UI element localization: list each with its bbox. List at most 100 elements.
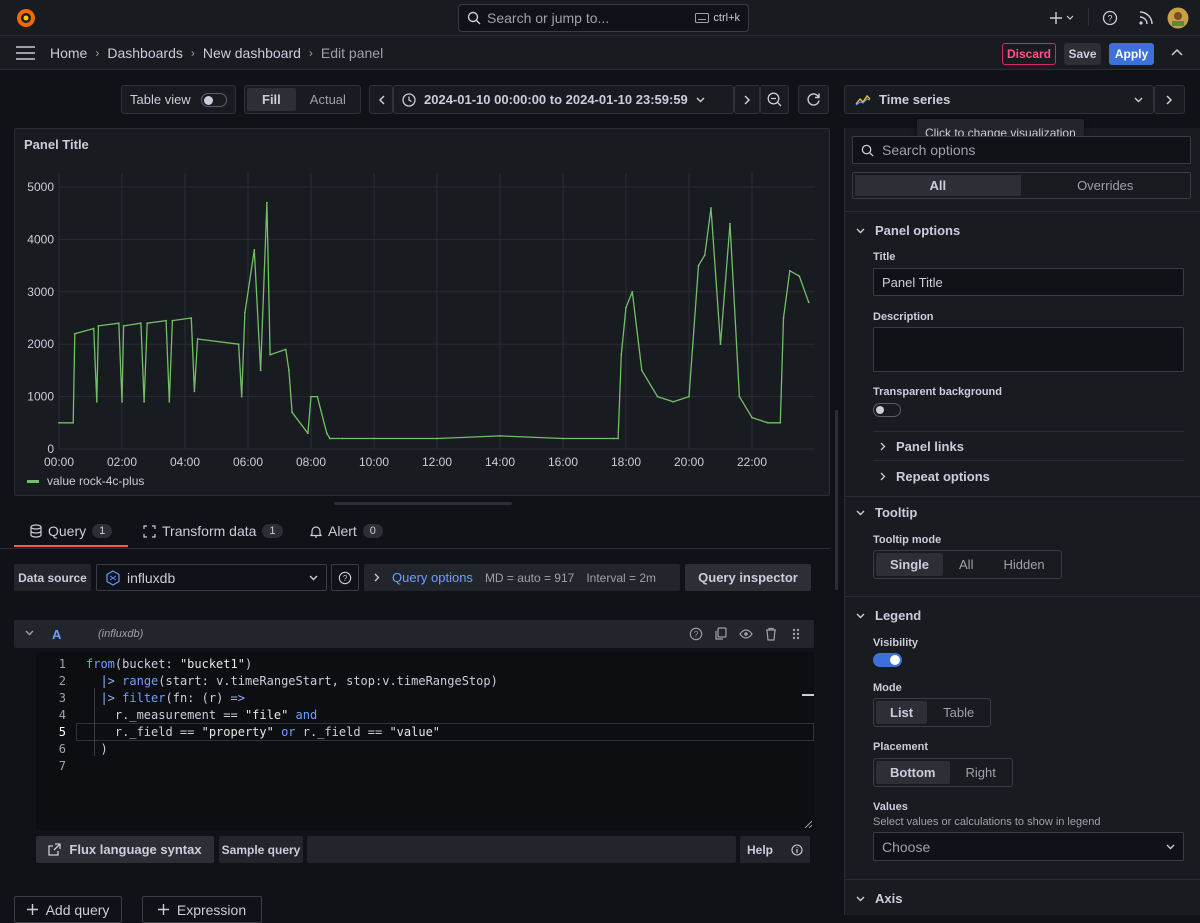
help-icon[interactable]: ? xyxy=(689,627,703,641)
chevron-down-icon[interactable] xyxy=(25,630,34,636)
legend-placement-bottom[interactable]: Bottom xyxy=(876,761,950,784)
flux-syntax-button[interactable]: Flux language syntax xyxy=(36,836,214,863)
breadcrumb-new-dashboard[interactable]: New dashboard xyxy=(203,45,301,61)
add-new-icon[interactable] xyxy=(1048,8,1076,28)
data-point xyxy=(253,249,256,251)
line-number: 7 xyxy=(58,759,66,773)
visualization-picker[interactable]: Time series xyxy=(844,85,1154,114)
legend-values-select[interactable]: Choose xyxy=(873,832,1184,861)
axis-section[interactable]: Axis xyxy=(856,891,902,906)
resize-handle[interactable] xyxy=(334,502,512,505)
flux-code-editor[interactable]: 1 from(bucket: "bucket1") 2 |> range(sta… xyxy=(36,652,814,830)
time-range-picker[interactable]: 2024-01-10 00:00:00 to 2024-01-10 23:59:… xyxy=(393,85,734,114)
actual-option[interactable]: Actual xyxy=(298,88,358,111)
legend-section[interactable]: Legend xyxy=(856,608,921,623)
data-point xyxy=(798,275,801,277)
save-button[interactable]: Save xyxy=(1064,43,1101,65)
discard-button[interactable]: Discard xyxy=(1002,43,1056,65)
tooltip-mode-hidden[interactable]: Hidden xyxy=(989,553,1058,576)
query-options-label: Query options xyxy=(392,570,473,585)
data-point xyxy=(168,400,171,403)
chevron-up-icon[interactable] xyxy=(1171,48,1183,56)
data-point xyxy=(122,325,125,327)
tooltip-section[interactable]: Tooltip xyxy=(856,505,917,520)
tab-transform-count: 1 xyxy=(262,524,283,538)
fill-option[interactable]: Fill xyxy=(247,88,296,111)
collapse-options-button[interactable] xyxy=(1154,85,1185,114)
eye-icon[interactable] xyxy=(739,627,753,641)
options-search-input[interactable]: Search options xyxy=(852,136,1191,164)
repeat-options-section[interactable]: Repeat options xyxy=(880,469,990,484)
legend-mode-table[interactable]: Table xyxy=(929,701,988,724)
legend-mode-group: List Table xyxy=(873,698,992,727)
refresh-button[interactable] xyxy=(798,85,829,114)
data-point xyxy=(284,348,287,351)
help-button[interactable]: Help xyxy=(740,836,810,863)
legend-visibility-switch[interactable] xyxy=(873,653,902,667)
copy-icon[interactable] xyxy=(714,627,728,641)
panel-links-section[interactable]: Panel links xyxy=(880,439,964,454)
sample-query-select[interactable] xyxy=(307,836,736,863)
search-input[interactable]: Search or jump to... ctrl+k xyxy=(458,4,749,32)
time-back-button[interactable] xyxy=(369,85,393,114)
legend-mode-list[interactable]: List xyxy=(876,701,928,724)
scrollbar[interactable] xyxy=(835,410,838,590)
chart-legend[interactable]: value rock-4c-plus xyxy=(27,474,144,488)
data-point xyxy=(688,395,690,398)
search-icon xyxy=(861,144,874,157)
grafana-logo-icon[interactable] xyxy=(14,6,38,30)
tab-transform-data[interactable]: Transform data 1 xyxy=(143,523,283,539)
query-ref-id[interactable]: A xyxy=(52,627,61,642)
breadcrumb-home[interactable]: Home xyxy=(50,45,87,61)
data-source-picker[interactable]: influxdb xyxy=(96,564,327,591)
add-expression-button[interactable]: Expression xyxy=(142,896,262,923)
tab-all[interactable]: All xyxy=(855,175,1021,196)
time-forward-button[interactable] xyxy=(734,85,760,114)
table-view-switch[interactable] xyxy=(200,92,227,107)
zoom-out-button[interactable] xyxy=(760,85,789,114)
add-query-button[interactable]: Add query xyxy=(14,896,122,923)
query-options-toggle[interactable]: Query options MD = auto = 917 Interval =… xyxy=(364,564,680,591)
drag-handle-icon[interactable] xyxy=(789,627,803,641)
tab-query[interactable]: Query 1 xyxy=(30,523,113,539)
x-tick-label: 00:00 xyxy=(44,455,74,469)
chevron-down-icon xyxy=(856,896,865,901)
legend-placement-right[interactable]: Right xyxy=(952,761,1010,784)
help-icon[interactable]: ? xyxy=(1101,8,1119,28)
chevron-down-icon xyxy=(1166,844,1175,849)
breadcrumb-dashboards[interactable]: Dashboards xyxy=(107,45,183,61)
tab-alert[interactable]: Alert 0 xyxy=(310,523,383,539)
panel-options-section[interactable]: Panel options xyxy=(856,223,960,238)
zoom-out-icon xyxy=(767,92,782,107)
title-input[interactable]: Panel Title xyxy=(873,268,1184,296)
menu-icon[interactable] xyxy=(16,46,35,60)
y-tick-label: 0 xyxy=(47,442,54,456)
chevron-right-icon xyxy=(1166,94,1173,105)
line-number: 3 xyxy=(58,691,66,705)
data-point xyxy=(117,322,120,325)
data-point xyxy=(738,395,741,398)
time-series-icon xyxy=(855,94,871,105)
table-view-toggle[interactable]: Table view xyxy=(121,85,236,114)
data-point xyxy=(291,411,293,414)
transparent-background-label: Transparent background xyxy=(873,386,1002,398)
tab-overrides[interactable]: Overrides xyxy=(1023,175,1189,196)
data-source-help-button[interactable]: ? xyxy=(331,564,359,591)
options-search-placeholder: Search options xyxy=(882,142,976,158)
query-inspector-button[interactable]: Query inspector xyxy=(685,564,811,591)
data-source-label: Data source xyxy=(14,564,91,591)
user-avatar[interactable] xyxy=(1167,7,1189,29)
time-series-chart[interactable]: 5000 4000 3000 2000 1000 000:00 02:00 04:00 06:0… xyxy=(15,129,831,497)
tooltip-mode-all[interactable]: All xyxy=(945,553,987,576)
resize-grip-icon[interactable] xyxy=(804,820,812,828)
data-point xyxy=(269,353,271,356)
apply-button[interactable]: Apply xyxy=(1109,43,1154,65)
news-feed-icon[interactable] xyxy=(1137,8,1155,28)
description-textarea[interactable] xyxy=(873,327,1184,372)
x-tick-label: 10:00 xyxy=(359,455,389,469)
divider xyxy=(845,496,1200,497)
code-line: |> filter(fn: (r) => xyxy=(100,691,245,705)
trash-icon[interactable] xyxy=(764,627,778,641)
transparent-background-switch[interactable] xyxy=(873,403,901,417)
tooltip-mode-single[interactable]: Single xyxy=(876,553,944,576)
